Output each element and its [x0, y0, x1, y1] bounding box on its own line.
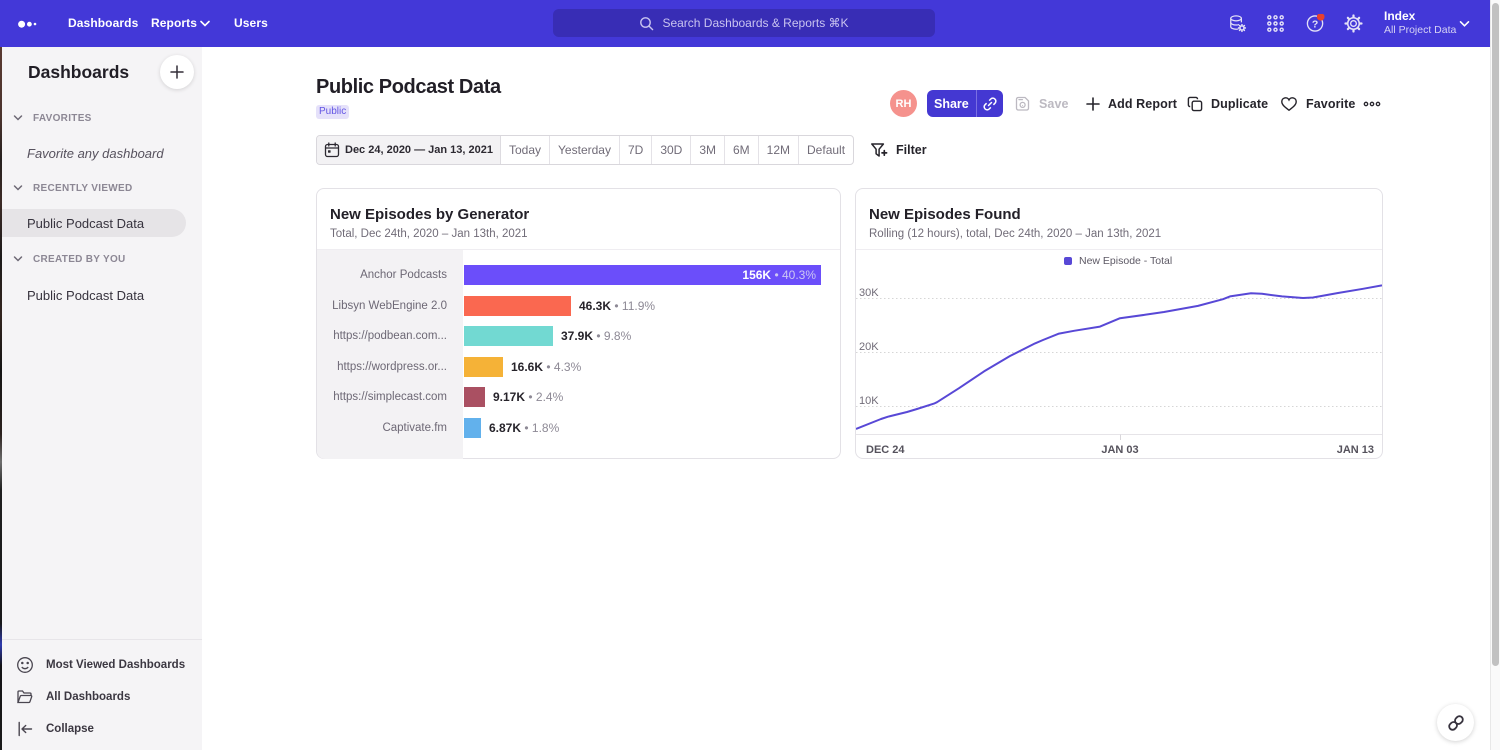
svg-text:?: ?	[1312, 19, 1318, 30]
svg-text:20K: 20K	[859, 341, 879, 353]
svg-text:DEC 24: DEC 24	[866, 444, 905, 456]
svg-text:JAN 13: JAN 13	[1337, 444, 1374, 456]
svg-text:JAN 03: JAN 03	[1101, 444, 1138, 456]
svg-text:10K: 10K	[859, 395, 879, 407]
svg-text:30K: 30K	[859, 287, 879, 299]
